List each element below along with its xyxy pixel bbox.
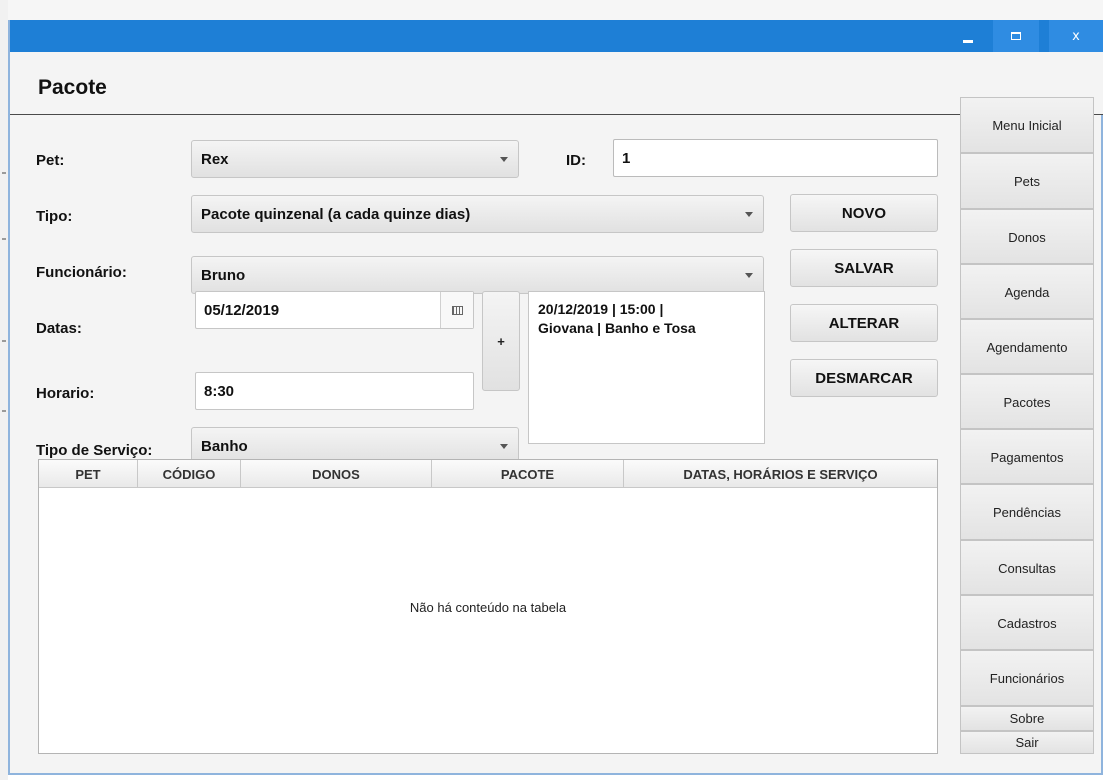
scheduled-dates-list[interactable]: 20/12/2019 | 15:00 | Giovana | Banho e T… bbox=[528, 291, 765, 444]
maximize-icon bbox=[1011, 32, 1021, 40]
datas-label: Datas: bbox=[36, 320, 82, 337]
tipo-servico-select-value: Banho bbox=[201, 437, 248, 455]
horario-field-value: 8:30 bbox=[204, 382, 235, 400]
horario-label: Horario: bbox=[36, 385, 95, 402]
background-window-edge bbox=[0, 0, 8, 780]
edge-mark bbox=[2, 172, 6, 174]
sidebar-item-donos[interactable]: Donos bbox=[961, 209, 1094, 264]
scheduled-date-line: Giovana | Banho e Tosa bbox=[538, 320, 696, 336]
table-header: PET CÓDIGO DONOS PACOTE DATAS, HORÁRIOS … bbox=[39, 460, 937, 488]
edge-mark bbox=[2, 238, 6, 240]
sidebar-item-pacotes[interactable]: Pacotes bbox=[961, 374, 1094, 429]
background-window-strip bbox=[8, 0, 1103, 20]
plus-icon: + bbox=[497, 333, 505, 349]
sidebar-item-sair[interactable]: Sair bbox=[961, 731, 1094, 754]
funcionario-select-value: Bruno bbox=[201, 266, 246, 284]
funcionario-label: Funcionário: bbox=[36, 264, 127, 281]
alterar-button[interactable]: ALTERAR bbox=[790, 304, 938, 342]
column-header-codigo[interactable]: CÓDIGO bbox=[138, 460, 241, 488]
maximize-button[interactable] bbox=[993, 20, 1039, 52]
chevron-down-icon bbox=[500, 157, 508, 162]
funcionario-select[interactable]: Bruno bbox=[191, 256, 764, 294]
edge-mark bbox=[2, 340, 6, 342]
close-button[interactable]: x bbox=[1049, 20, 1103, 52]
sidebar-item-agenda[interactable]: Agenda bbox=[961, 264, 1094, 319]
tipo-select-value: Pacote quinzenal (a cada quinze dias) bbox=[201, 205, 471, 223]
calendar-button[interactable] bbox=[440, 292, 473, 328]
pacotes-table[interactable]: PET CÓDIGO DONOS PACOTE DATAS, HORÁRIOS … bbox=[38, 459, 938, 754]
novo-button[interactable]: NOVO bbox=[790, 194, 938, 232]
sidebar-item-sobre[interactable]: Sobre bbox=[961, 706, 1094, 731]
column-header-pet[interactable]: PET bbox=[39, 460, 138, 488]
sidebar-item-consultas[interactable]: Consultas bbox=[961, 540, 1094, 595]
sidebar-item-agendamento[interactable]: Agendamento bbox=[961, 319, 1094, 374]
column-header-donos[interactable]: DONOS bbox=[241, 460, 432, 488]
date-picker[interactable]: 05/12/2019 bbox=[195, 291, 474, 329]
tipo-servico-label: Tipo de Serviço: bbox=[36, 442, 153, 459]
pet-label: Pet: bbox=[36, 152, 65, 169]
pet-select-value: Rex bbox=[201, 150, 229, 168]
minimize-icon bbox=[963, 39, 973, 43]
chevron-down-icon bbox=[500, 444, 508, 449]
add-date-button[interactable]: + bbox=[482, 291, 520, 391]
salvar-button[interactable]: SALVAR bbox=[790, 249, 938, 287]
chevron-down-icon bbox=[745, 273, 753, 278]
sidebar-item-pets[interactable]: Pets bbox=[961, 153, 1094, 209]
tipo-select[interactable]: Pacote quinzenal (a cada quinze dias) bbox=[191, 195, 764, 233]
id-field[interactable]: 1 bbox=[613, 139, 938, 177]
pet-select[interactable]: Rex bbox=[191, 140, 519, 178]
close-icon: x bbox=[1072, 28, 1080, 44]
date-picker-value: 05/12/2019 bbox=[204, 301, 280, 319]
title-bar[interactable]: x bbox=[10, 20, 1103, 52]
sidebar-item-pendencias[interactable]: Pendências bbox=[961, 484, 1094, 540]
tipo-label: Tipo: bbox=[36, 208, 73, 225]
sidebar-nav: Menu Inicial Pets Donos Agenda Agendamen… bbox=[960, 97, 1094, 754]
desmarcar-button[interactable]: DESMARCAR bbox=[790, 359, 938, 397]
id-field-value: 1 bbox=[622, 149, 631, 167]
horario-field[interactable]: 8:30 bbox=[195, 372, 474, 410]
sidebar-item-cadastros[interactable]: Cadastros bbox=[961, 595, 1094, 650]
sidebar-item-menu-inicial[interactable]: Menu Inicial bbox=[961, 97, 1094, 153]
scheduled-date-line: 20/12/2019 | 15:00 | bbox=[538, 301, 664, 317]
chevron-down-icon bbox=[745, 212, 753, 217]
minimize-button[interactable] bbox=[945, 20, 991, 52]
column-header-datas[interactable]: DATAS, HORÁRIOS E SERVIÇO bbox=[624, 460, 937, 488]
sidebar-item-funcionarios[interactable]: Funcionários bbox=[961, 650, 1094, 706]
page-header: Pacote bbox=[10, 52, 1103, 115]
page-title: Pacote bbox=[38, 76, 107, 99]
sidebar-item-pagamentos[interactable]: Pagamentos bbox=[961, 429, 1094, 484]
calendar-icon bbox=[451, 305, 463, 315]
id-label: ID: bbox=[566, 152, 586, 169]
column-header-pacote[interactable]: PACOTE bbox=[432, 460, 624, 488]
edge-mark bbox=[2, 410, 6, 412]
empty-table-message: Não há conteúdo na tabela bbox=[409, 600, 567, 615]
